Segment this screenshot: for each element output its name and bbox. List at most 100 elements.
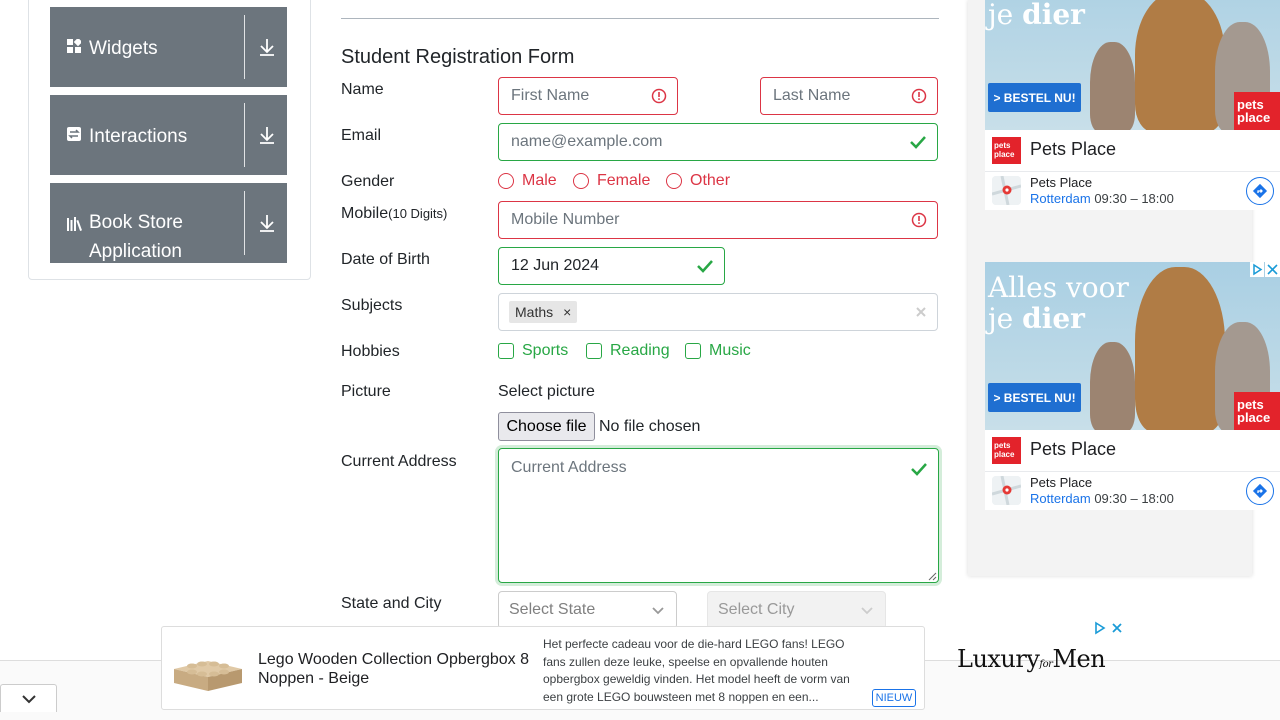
close-icon[interactable] — [1110, 621, 1124, 635]
ad-product-title[interactable]: Lego Wooden Collection Opbergbox 8 Noppe… — [258, 650, 538, 688]
download-arrow-icon[interactable] — [258, 125, 276, 145]
new-badge: NIEUW — [872, 689, 916, 707]
ad-brand[interactable]: Pets Place — [1030, 439, 1116, 460]
dob-label: Date of Birth — [341, 251, 430, 268]
sidebar-group-label: Book Store Application — [89, 212, 183, 262]
hobby-checkbox-sports[interactable]: Sports — [498, 342, 568, 360]
product-image — [174, 661, 242, 691]
adchoices-icon[interactable] — [1093, 621, 1107, 635]
checkbox[interactable] — [586, 343, 602, 359]
subjects-input[interactable]: Maths × — [498, 293, 938, 331]
ad-headline-plain: je — [988, 302, 1023, 335]
location-city[interactable]: Rotterdam — [1030, 491, 1091, 506]
directions-button[interactable] — [1246, 477, 1274, 505]
divider — [244, 15, 245, 79]
gender-radio-other[interactable]: Other — [666, 172, 730, 190]
download-arrow-icon[interactable] — [258, 213, 276, 233]
close-icon[interactable]: × — [563, 304, 571, 320]
address-label: Current Address — [341, 453, 457, 470]
checkmark-icon — [911, 463, 927, 476]
resize-handle-icon[interactable] — [928, 572, 937, 581]
divider — [985, 471, 1280, 472]
ad-headline-plain: je — [988, 0, 1023, 31]
ad-headline-bold: dier — [1022, 0, 1085, 31]
city-select[interactable]: Select City — [707, 591, 886, 629]
close-icon[interactable] — [915, 306, 927, 318]
logo-text: place — [994, 150, 1015, 159]
order-now-button[interactable]: > BESTEL NU! — [988, 383, 1081, 412]
rabbit-image — [1090, 42, 1135, 130]
ad-info-1[interactable]: pets place Pets Place Pets Place Rotterda… — [985, 130, 1280, 210]
mobile-input[interactable]: Mobile Number — [498, 201, 938, 239]
checkbox-label: Reading — [610, 342, 670, 359]
first-name-input[interactable]: First Name — [498, 77, 678, 115]
checkbox[interactable] — [685, 343, 701, 359]
grid-icon — [67, 39, 81, 53]
sidebar-group-book-store[interactable]: Book Store Application — [50, 183, 287, 263]
last-name-input[interactable]: Last Name — [760, 77, 938, 115]
close-icon[interactable] — [1265, 262, 1280, 277]
ad-info-2[interactable]: pets place Pets Place Pets Place Rotterda… — [985, 430, 1280, 510]
map-pin-icon — [992, 476, 1021, 505]
books-icon — [67, 217, 82, 231]
bottom-ad[interactable]: Lego Wooden Collection Opbergbox 8 Noppe… — [161, 626, 925, 710]
download-arrow-icon[interactable] — [258, 37, 276, 57]
sidebar-group-interactions[interactable]: Interactions — [50, 95, 287, 175]
radio-circle[interactable] — [498, 173, 514, 189]
ad-headline-line1: Alles voor — [988, 271, 1129, 304]
mobile-label: Mobile(10 Digits) — [341, 205, 447, 223]
location-hours: 09:30 – 18:00 — [1094, 491, 1174, 506]
exclamation-circle-icon — [911, 212, 927, 228]
radio-label: Other — [690, 172, 731, 189]
address-placeholder: Current Address — [511, 459, 627, 476]
location-city-line[interactable]: Rotterdam 09:30 – 18:00 — [1030, 191, 1174, 206]
sidebar-group-label: Widgets — [89, 38, 158, 59]
subject-chip: Maths × — [509, 301, 578, 323]
rabbit-image — [1090, 342, 1135, 430]
location-city[interactable]: Rotterdam — [1030, 191, 1091, 206]
directions-icon — [1252, 183, 1268, 199]
ad-headline-bold: dier — [1022, 302, 1085, 335]
radio-circle[interactable] — [666, 173, 682, 189]
ad-brand[interactable]: Pets Place — [1030, 139, 1116, 160]
order-now-button[interactable]: > BESTEL NU! — [988, 83, 1081, 112]
ad-image-2[interactable]: Alles voor je dier > BESTEL NU! pets place — [985, 262, 1280, 430]
dob-input[interactable]: 12 Jun 2024 — [498, 247, 725, 285]
checkbox[interactable] — [498, 343, 514, 359]
ad-product-description: Het perfecte cadeau voor de die-hard LEG… — [543, 637, 850, 704]
select-picture-text: Select picture — [498, 383, 595, 400]
logo-text: Men — [1052, 645, 1106, 673]
gender-radio-male[interactable]: Male — [498, 172, 557, 190]
directions-button[interactable] — [1246, 177, 1274, 205]
logo-text: place — [994, 450, 1015, 459]
checkbox-label: Music — [709, 342, 751, 359]
adchoices-icon[interactable] — [1250, 262, 1264, 277]
radio-circle[interactable] — [573, 173, 589, 189]
hobby-checkbox-reading[interactable]: Reading — [586, 342, 670, 360]
logo-text: pets — [994, 141, 1011, 150]
sidebar-group-label: Interactions — [89, 126, 188, 147]
gender-radio-female[interactable]: Female — [573, 172, 650, 190]
chevron-down-icon — [652, 607, 664, 615]
luxury-for-men-logo[interactable]: LuxuryforMen — [957, 645, 1106, 673]
state-select[interactable]: Select State — [498, 591, 677, 629]
sidebar-group-widgets[interactable]: Widgets — [50, 7, 287, 87]
email-label: Email — [341, 127, 382, 144]
choose-file-button[interactable]: Choose file — [498, 412, 595, 441]
ad-headline: Alles voor je dier — [988, 272, 1129, 334]
checkbox-label: Sports — [522, 342, 569, 359]
location-hours: 09:30 – 18:00 — [1094, 191, 1174, 206]
ad-image-1[interactable]: je dier > BESTEL NU! pets place — [985, 0, 1280, 130]
location-city-line[interactable]: Rotterdam 09:30 – 18:00 — [1030, 491, 1174, 506]
logo-text: place — [1237, 110, 1271, 125]
chevron-down-icon — [21, 694, 36, 703]
divider — [985, 171, 1280, 172]
state-city-label: State and City — [341, 595, 442, 612]
email-input[interactable]: name@example.com — [498, 123, 938, 161]
dog-image — [1135, 267, 1225, 430]
hobby-checkbox-music[interactable]: Music — [685, 342, 751, 360]
logo-text: Luxury — [957, 645, 1040, 673]
collapse-ad-button[interactable] — [0, 684, 57, 712]
pets-place-logo: pets place — [992, 137, 1021, 164]
address-textarea[interactable]: Current Address — [498, 448, 939, 583]
